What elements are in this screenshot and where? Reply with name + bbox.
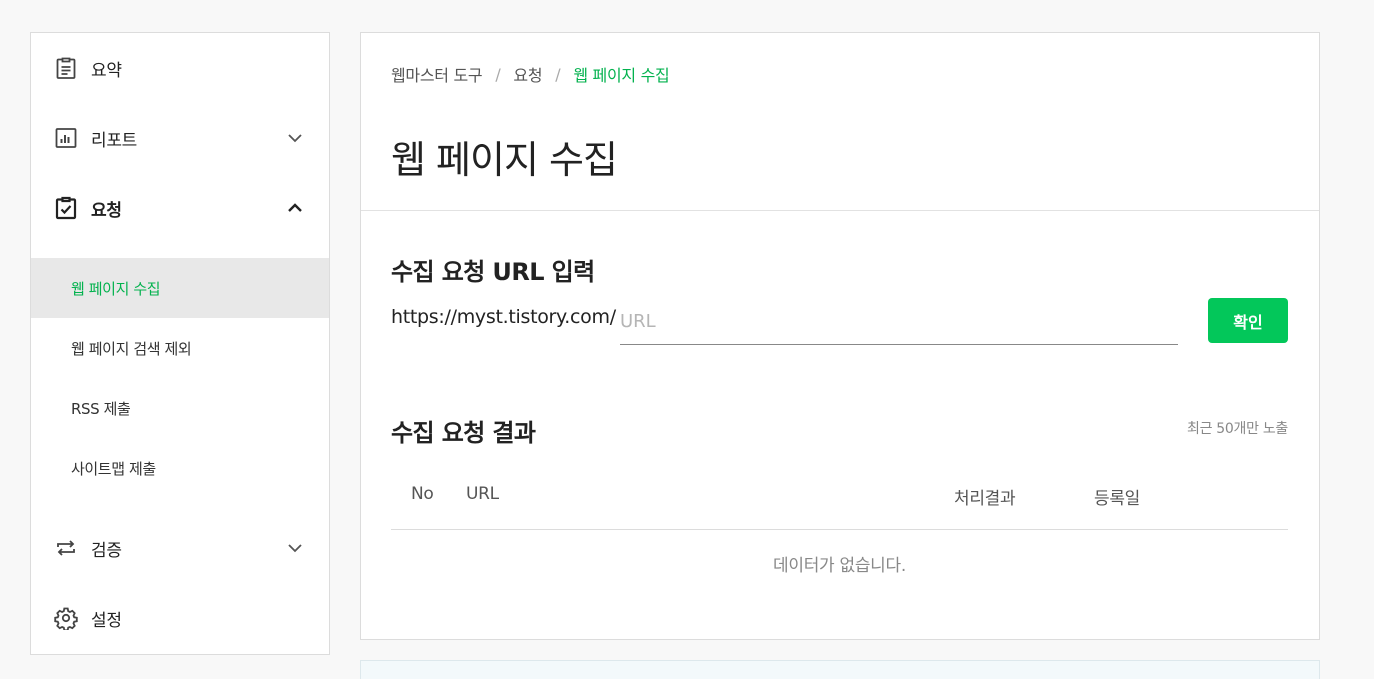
page-title: 웹 페이지 수집 [391,138,618,182]
main-panel: 웹마스터 도구 / 요청 / 웹 페이지 수집 웹 페이지 수집 수집 요청 U… [360,32,1320,640]
sidebar-item-verify[interactable]: 검증 [31,525,329,571]
url-input[interactable] [620,303,1178,345]
chevron-down-icon[interactable] [287,130,303,146]
empty-message: 데이터가 없습니다. [773,556,906,576]
bar-chart-icon [53,125,79,151]
sidebar-subitem-rss-submit[interactable]: RSS 제출 [31,378,329,438]
column-header-result: 처리결과 [954,489,1016,509]
sidebar-item-report[interactable]: 리포트 [31,115,329,161]
breadcrumb-item[interactable]: 웹마스터 도구 [391,62,483,86]
sidebar-subitem-web-page-exclude[interactable]: 웹 페이지 검색 제외 [31,318,329,378]
sidebar-item-settings[interactable]: 설정 [31,595,329,641]
results-note: 최근 50개만 노출 [1187,421,1288,437]
clipboard-list-icon [53,55,79,81]
sidebar-subitem-web-page-crawl[interactable]: 웹 페이지 수집 [31,258,329,318]
gear-icon [53,605,79,631]
breadcrumb-separator: / [495,64,501,84]
sidebar-item-summary[interactable]: 요약 [31,45,329,91]
url-prefix: https://myst.tistory.com/ [391,306,616,328]
results-section-title: 수집 요청 결과 [391,419,536,447]
chevron-down-icon[interactable] [287,540,303,556]
confirm-button[interactable]: 확인 [1208,298,1288,343]
sidebar-item-label: 요약 [91,60,122,81]
request-section-title: 수집 요청 URL 입력 [391,258,595,286]
divider [361,210,1319,211]
column-header-url: URL [466,484,499,504]
sidebar-item-label: 설정 [91,610,122,631]
clipboard-check-icon [53,195,79,221]
breadcrumb-separator: / [555,64,561,84]
sidebar-item-label: 리포트 [91,130,138,151]
sidebar-item-label: 검증 [91,540,122,561]
column-header-date: 등록일 [1094,489,1141,509]
sidebar-item-request[interactable]: 요청 [31,185,329,231]
sidebar-subitem-sitemap-submit[interactable]: 사이트맵 제출 [31,438,329,498]
breadcrumb: 웹마스터 도구 / 요청 / 웹 페이지 수집 [391,62,670,86]
breadcrumb-item[interactable]: 요청 [513,62,542,86]
info-panel [360,660,1320,679]
sidebar: 요약 리포트 요청 웹 페이지 수집 웹 페이지 검색 제외 RSS 제출 사이… [30,32,330,655]
chevron-up-icon[interactable] [287,200,303,216]
column-header-no: No [411,484,434,504]
repeat-arrows-icon [53,535,79,561]
breadcrumb-current: 웹 페이지 수집 [573,66,670,85]
table-header-divider [391,529,1288,530]
sidebar-item-label: 요청 [91,200,122,221]
